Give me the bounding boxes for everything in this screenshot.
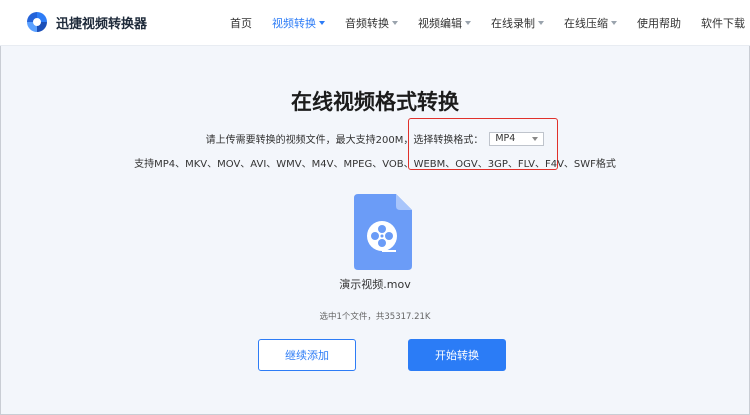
chevron-down-icon: [465, 20, 471, 25]
nav-item-label: 使用帮助: [637, 16, 681, 30]
nav-item-label: 在线压缩: [564, 16, 608, 30]
nav-item-label: 软件下载: [701, 16, 745, 30]
nav-item-label: 视频转换: [272, 16, 316, 30]
nav-item-video-convert[interactable]: 视频转换: [272, 15, 325, 31]
start-convert-button[interactable]: 开始转换: [408, 339, 506, 371]
chevron-down-icon: [611, 20, 617, 25]
nav-item-label: 首页: [230, 16, 252, 30]
nav-item-help[interactable]: 使用帮助: [637, 15, 681, 31]
nav-item-label: 音频转换: [345, 16, 389, 30]
nav-item-label: 视频编辑: [418, 16, 462, 30]
chevron-down-icon: [538, 20, 544, 25]
add-more-button[interactable]: 继续添加: [258, 339, 356, 371]
top-navbar: 迅捷视频转换器 首页 视频转换 音频转换 视频编辑 在线录制 在线压缩 使用帮助…: [0, 0, 750, 46]
nav-item-audio-convert[interactable]: 音频转换: [345, 15, 398, 31]
file-summary: 选中1个文件，共35317.21K: [319, 312, 431, 322]
supported-formats: 支持MP4、MKV、MOV、AVI、WMV、M4V、MPEG、VOB、WEBM、…: [134, 159, 616, 170]
brand-name[interactable]: 迅捷视频转换器: [56, 13, 147, 32]
nav-item-online-record[interactable]: 在线录制: [491, 15, 544, 31]
nav-item-video-edit[interactable]: 视频编辑: [418, 15, 471, 31]
chevron-down-icon: [319, 20, 325, 25]
page-title: 在线视频格式转换: [291, 90, 459, 114]
nav-menu: 首页 视频转换 音频转换 视频编辑 在线录制 在线压缩 使用帮助 软件下载: [230, 0, 750, 45]
nav-item-online-compress[interactable]: 在线压缩: [564, 15, 617, 31]
file-name: 演示视频.mov: [339, 278, 411, 291]
nav-item-home[interactable]: 首页: [230, 15, 252, 31]
video-file-icon[interactable]: [352, 194, 412, 270]
upload-instruction-row: 请上传需要转换的视频文件，最大支持200M，选择转换格式： MP4: [0, 131, 750, 146]
chevron-down-icon: [392, 20, 398, 25]
nav-item-download[interactable]: 软件下载: [701, 15, 745, 31]
nav-item-label: 在线录制: [491, 16, 535, 30]
app-logo-icon: [27, 12, 47, 32]
